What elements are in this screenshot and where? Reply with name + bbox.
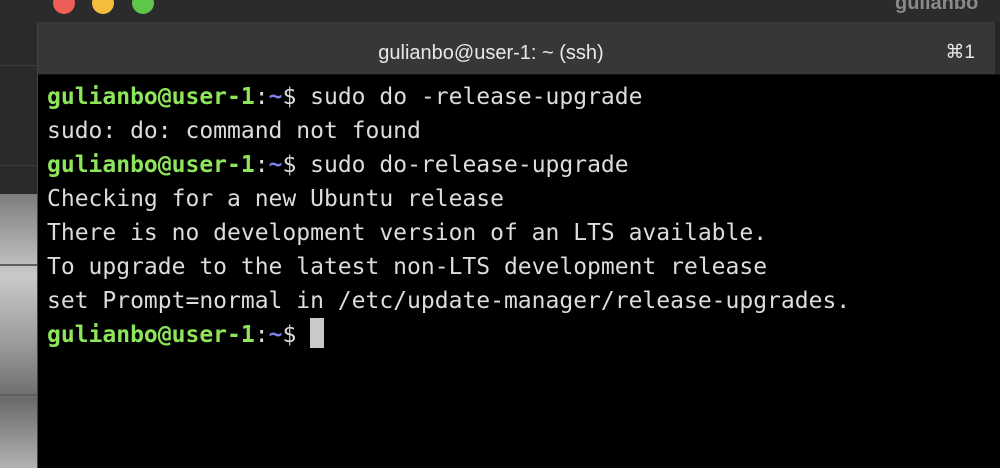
- minimize-window-button[interactable]: [92, 0, 114, 14]
- prompt-symbol: $: [282, 152, 311, 178]
- prompt-symbol: $: [282, 84, 311, 110]
- command-text: sudo do -release-upgrade: [310, 84, 643, 110]
- prompt-path: ~: [268, 322, 283, 348]
- prompt-colon: :: [254, 152, 269, 178]
- background-photo: [0, 194, 37, 468]
- divider: [0, 165, 37, 166]
- command-text: sudo do-release-upgrade: [310, 152, 629, 178]
- background-window-content: [0, 22, 37, 468]
- tab-shortcut-label: ⌘1: [945, 42, 975, 63]
- terminal-title: gulianbo@user-1: ~ (ssh): [378, 42, 604, 64]
- divider: [0, 65, 37, 66]
- terminal-titlebar[interactable]: gulianbo@user-1: ~ (ssh) ⌘1: [38, 22, 1000, 75]
- close-window-button[interactable]: [53, 0, 75, 14]
- prompt-user-host: gulianbo@user-1: [47, 322, 255, 348]
- output-line: sudo: do: command not found: [47, 118, 421, 144]
- output-line: set Prompt=normal in /etc/update-manager…: [47, 288, 851, 314]
- prompt-colon: :: [254, 84, 269, 110]
- prompt-user-host: gulianbo@user-1: [47, 152, 255, 178]
- text-cursor: [310, 318, 325, 348]
- prompt-line: gulianbo@user-1:~$: [47, 318, 992, 352]
- prompt-line: gulianbo@user-1:~$ sudo do-release-upgra…: [47, 148, 992, 182]
- prompt-symbol: $: [282, 322, 311, 348]
- output-line: To upgrade to the latest non-LTS develop…: [47, 254, 768, 280]
- scrollbar-gutter[interactable]: [995, 22, 1000, 74]
- zoom-window-button[interactable]: [132, 0, 154, 14]
- prompt-user-host: gulianbo@user-1: [47, 84, 255, 110]
- prompt-line: gulianbo@user-1:~$ sudo do -release-upgr…: [47, 80, 992, 114]
- prompt-colon: :: [254, 322, 269, 348]
- terminal-output[interactable]: gulianbo@user-1:~$ sudo do -release-upgr…: [47, 80, 992, 352]
- prompt-path: ~: [268, 152, 283, 178]
- output-line: Checking for a new Ubuntu release: [47, 186, 504, 212]
- prompt-path: ~: [268, 84, 283, 110]
- output-line: There is no development version of an LT…: [47, 220, 768, 246]
- desktop: gulianbo gulianbo@user-1: ~ (ssh) ⌘1 gul…: [0, 0, 1000, 468]
- terminal-window[interactable]: gulianbo@user-1: ~ (ssh) ⌘1 gulianbo@use…: [37, 22, 1000, 468]
- background-window-titlebar: gulianbo: [0, 0, 1000, 22]
- background-window-title: gulianbo: [895, 0, 979, 14]
